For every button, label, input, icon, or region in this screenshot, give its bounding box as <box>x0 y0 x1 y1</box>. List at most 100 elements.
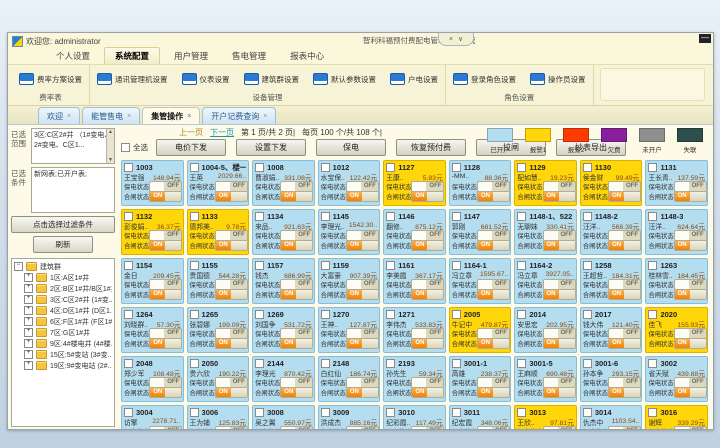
switch-status-toggle[interactable]: ON <box>346 289 379 300</box>
supply-status-toggle[interactable]: OFF <box>149 230 182 241</box>
meter-card[interactable]: 1134来品..921.63元保电状态OFF合闸状态ON <box>252 209 315 255</box>
window-pin-control[interactable]: × ∨ <box>438 33 474 46</box>
selected-condition-box[interactable]: 新网表;已开户表; <box>31 167 115 213</box>
supply-status-toggle[interactable]: OFF <box>280 426 313 430</box>
meter-card[interactable]: 3016谢辉339.29元保电状态OFF合闸状态ON <box>645 405 708 429</box>
card-checkbox[interactable] <box>583 359 592 368</box>
meter-card[interactable]: 2005牛记中479.87元保电状态OFF合闸状态ON <box>449 307 512 353</box>
card-checkbox[interactable] <box>190 408 199 417</box>
supply-status-toggle[interactable]: OFF <box>411 279 444 290</box>
switch-status-toggle[interactable]: ON <box>543 387 576 398</box>
card-checkbox[interactable] <box>583 212 592 221</box>
supply-status-toggle[interactable]: OFF <box>543 279 576 290</box>
switch-status-toggle[interactable]: ON <box>280 240 313 251</box>
supply-status-toggle[interactable]: OFF <box>149 377 182 388</box>
refresh-button[interactable]: 刷新 <box>33 236 93 253</box>
switch-status-toggle[interactable]: ON <box>346 338 379 349</box>
tree-item-5[interactable]: +6区:F区1#井 (F区1#... <box>14 316 112 327</box>
meter-card[interactable]: 1129配如慧..19.23元保电状态OFF合闸状态ON <box>514 160 577 206</box>
supply-status-toggle[interactable]: OFF <box>149 181 182 192</box>
scroll-down-icon[interactable]: ▼ <box>108 157 113 163</box>
tree-item-2[interactable]: +2区:B区1#井/B区1#井 <box>14 283 112 294</box>
card-checkbox[interactable] <box>452 310 461 319</box>
card-checkbox[interactable] <box>190 261 199 270</box>
switch-status-toggle[interactable]: ON <box>215 191 248 202</box>
card-checkbox[interactable] <box>124 408 133 417</box>
meter-card[interactable]: 1145李理光..1542.30..保电状态OFF合闸状态ON <box>318 209 381 255</box>
card-checkbox[interactable] <box>583 310 592 319</box>
supply-status-toggle[interactable]: OFF <box>280 279 313 290</box>
meter-card[interactable]: 1164-1冯立章1595.67..保电状态OFF合闸状态ON <box>449 258 512 304</box>
tree-item-6[interactable]: +7区:G区1#井 <box>14 327 112 338</box>
supply-status-toggle[interactable]: OFF <box>346 230 379 241</box>
card-checkbox[interactable] <box>190 212 199 221</box>
tab-close-icon[interactable]: × <box>187 113 191 120</box>
card-checkbox[interactable] <box>255 163 264 172</box>
next-page-link[interactable]: 下一页 <box>210 127 234 138</box>
choose-filter-button[interactable]: 点击选择过滤条件 <box>11 216 115 233</box>
supply-status-toggle[interactable]: OFF <box>215 181 248 192</box>
card-checkbox[interactable] <box>648 163 657 172</box>
card-checkbox[interactable] <box>190 359 199 368</box>
expand-icon[interactable]: + <box>24 361 33 370</box>
meter-card[interactable]: 1154金日209.45元保电状态OFF合闸状态ON <box>121 258 184 304</box>
card-checkbox[interactable] <box>386 212 395 221</box>
tab-close-icon[interactable]: × <box>263 113 267 120</box>
scroll-up-icon[interactable]: ▲ <box>108 129 113 135</box>
switch-status-toggle[interactable]: ON <box>411 387 444 398</box>
card-checkbox[interactable] <box>124 261 133 270</box>
card-checkbox[interactable] <box>648 310 657 319</box>
meter-card[interactable]: 3004访擎2278.71..保电状态OFF合闸状态ON <box>121 405 184 429</box>
expand-icon[interactable]: + <box>24 284 33 293</box>
switch-status-toggle[interactable]: ON <box>215 387 248 398</box>
meter-card[interactable]: 3001-6孙本争293.15元保电状态OFF合闸状态ON <box>580 356 643 402</box>
meter-card[interactable]: 2014安思宏202.95元保电状态OFF合闸状态ON <box>514 307 577 353</box>
switch-status-toggle[interactable]: ON <box>543 191 576 202</box>
supply-status-toggle[interactable]: OFF <box>477 230 510 241</box>
supply-status-toggle[interactable]: OFF <box>674 377 707 388</box>
menu-item-3[interactable]: 用户管理 <box>164 48 218 64</box>
switch-status-toggle[interactable]: ON <box>346 191 379 202</box>
supply-status-toggle[interactable]: OFF <box>149 279 182 290</box>
supply-status-toggle[interactable]: OFF <box>215 328 248 339</box>
switch-status-toggle[interactable]: ON <box>543 338 576 349</box>
supply-status-toggle[interactable]: OFF <box>477 328 510 339</box>
menu-item-4[interactable]: 售电管理 <box>222 48 276 64</box>
switch-status-toggle[interactable]: ON <box>346 387 379 398</box>
switch-status-toggle[interactable]: ON <box>215 240 248 251</box>
listbox-scrollbar[interactable]: ▲▼ <box>106 129 114 163</box>
card-checkbox[interactable] <box>321 261 330 270</box>
supply-status-toggle[interactable]: OFF <box>608 377 641 388</box>
ribbon-button-费率方案设置[interactable]: 费率方案设置 <box>16 71 85 87</box>
select-all[interactable]: 全选 <box>121 142 148 153</box>
supply-status-toggle[interactable]: OFF <box>477 181 510 192</box>
switch-status-toggle[interactable]: ON <box>674 289 707 300</box>
supply-status-toggle[interactable]: OFF <box>215 377 248 388</box>
supply-status-toggle[interactable]: OFF <box>346 426 379 430</box>
supply-status-toggle[interactable]: OFF <box>149 426 182 430</box>
ribbon-button-默认参数设置[interactable]: 默认参数设置 <box>310 71 379 87</box>
supply-status-toggle[interactable]: OFF <box>280 328 313 339</box>
toolbar-button-设置下发[interactable]: 设置下发 <box>236 139 306 156</box>
card-checkbox[interactable] <box>517 359 526 368</box>
selected-range-listbox[interactable]: 3区:C区2#井 〈1#变电、2#变电、C区1... ▲▼ <box>31 128 115 164</box>
expand-icon[interactable]: + <box>24 295 33 304</box>
meter-card[interactable]: 1008曹淑娟..331.08元保电状态OFF合闸状态ON <box>252 160 315 206</box>
tab-4[interactable]: 开户记费查询× <box>202 107 276 124</box>
card-checkbox[interactable] <box>255 310 264 319</box>
supply-status-toggle[interactable]: OFF <box>411 230 444 241</box>
meter-card[interactable]: 2148白红仙186.74元保电状态OFF合闸状态ON <box>318 356 381 402</box>
ribbon-button-仪表设置[interactable]: 仪表设置 <box>179 71 233 87</box>
card-checkbox[interactable] <box>255 408 264 417</box>
card-checkbox[interactable] <box>583 408 592 417</box>
card-checkbox[interactable] <box>321 163 330 172</box>
tree-item-1[interactable]: +1区:A区1#井 <box>14 272 112 283</box>
meter-card[interactable]: 1270王神..127.87元保电状态OFF合闸状态ON <box>318 307 381 353</box>
card-checkbox[interactable] <box>452 261 461 270</box>
expand-icon[interactable]: + <box>24 306 33 315</box>
chevron-down-icon[interactable]: ∨ <box>458 35 463 43</box>
switch-status-toggle[interactable]: ON <box>149 387 182 398</box>
tree-root[interactable]: −建筑群 <box>14 261 112 272</box>
meter-card[interactable]: 3013王欣..97.81元保电状态OFF合闸状态ON <box>514 405 577 429</box>
meter-card[interactable]: 1164-2冯立章3927.05..保电状态OFF合闸状态ON <box>514 258 577 304</box>
